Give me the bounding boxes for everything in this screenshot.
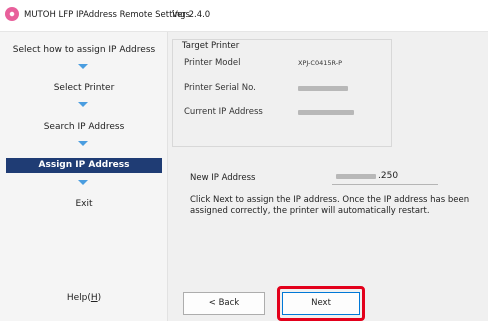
step-assign-ip-active: Assign IP Address [6,158,162,173]
new-ip-input[interactable]: .250 [332,169,438,185]
wizard-sidebar: Select how to assign IP Address Select P… [0,32,168,321]
app-logo-icon [5,7,19,21]
step-search-ip: Search IP Address [43,122,125,132]
new-ip-suffix: .250 [378,171,399,181]
printer-serial-label: Printer Serial No. [184,83,256,93]
next-button-highlight [277,286,365,321]
assign-description: Click Next to assign the IP address. Onc… [190,195,470,216]
help-link[interactable]: Help(H) [0,293,168,303]
step-arrow-down-icon [78,180,88,185]
new-ip-label: New IP Address [190,173,256,183]
title-bar: MUTOH LFP IPAddress Remote Settings Ver … [0,0,488,32]
current-ip-masked-value [298,110,354,115]
step-exit: Exit [75,199,93,209]
main-panel: Target Printer Printer Model XPJ-C0415R-… [168,32,488,321]
help-access-key: H [90,293,98,303]
step-arrow-down-icon [78,64,88,69]
target-printer-group: Target Printer Printer Model XPJ-C0415R-… [172,39,392,147]
step-select-printer: Select Printer [53,83,115,93]
step-arrow-down-icon [78,102,88,107]
target-printer-title: Target Printer [179,41,243,51]
new-ip-masked-prefix [336,174,376,179]
step-select-method: Select how to assign IP Address [12,45,156,55]
help-label-close: ) [97,293,102,303]
app-version: Ver 2.4.0 [172,10,211,20]
help-label: Help( [66,293,91,303]
window-title: MUTOH LFP IPAddress Remote Settings [24,10,190,20]
printer-model-value: XPJ-C0415R-P [298,59,343,67]
back-button[interactable]: < Back [183,292,265,315]
printer-serial-masked-value [298,86,348,91]
current-ip-label: Current IP Address [184,107,263,117]
printer-model-label: Printer Model [184,58,241,68]
step-arrow-down-icon [78,141,88,146]
